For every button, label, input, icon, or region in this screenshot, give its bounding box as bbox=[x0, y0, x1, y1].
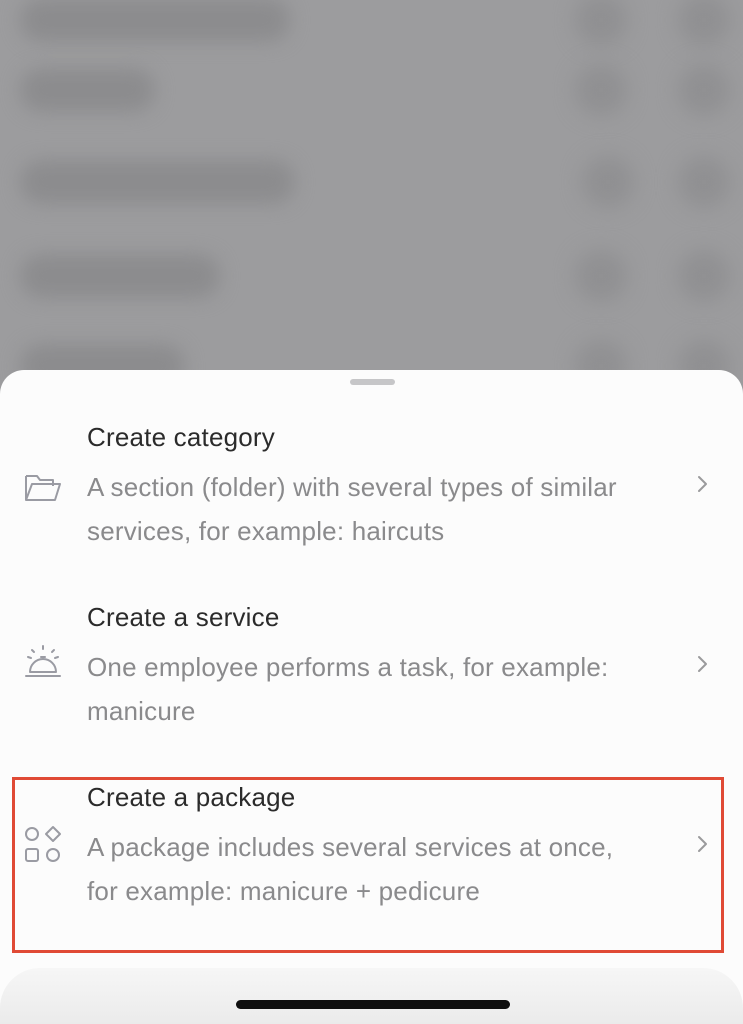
create-category-option[interactable]: Create category A section (folder) with … bbox=[0, 410, 743, 580]
background-row bbox=[0, 0, 743, 60]
chevron-right-icon bbox=[692, 472, 712, 496]
create-service-option[interactable]: Create a service One employee performs a… bbox=[0, 590, 743, 760]
option-description: A section (folder) with several types of… bbox=[87, 472, 617, 546]
service-bell-icon bbox=[22, 642, 64, 684]
bottom-bar bbox=[0, 968, 743, 1024]
option-description: A package includes several services at o… bbox=[87, 832, 614, 906]
option-title: Create a package bbox=[87, 782, 296, 812]
folder-icon bbox=[22, 466, 64, 508]
background-row bbox=[0, 240, 743, 320]
background-row bbox=[0, 150, 743, 230]
background-list-blurred bbox=[0, 0, 743, 400]
chevron-right-icon bbox=[692, 652, 712, 676]
bottom-sheet: Create category A section (folder) with … bbox=[0, 370, 743, 1024]
package-shapes-icon bbox=[22, 824, 64, 866]
option-description: One employee performs a task, for exampl… bbox=[87, 652, 609, 726]
background-row bbox=[0, 60, 743, 140]
create-package-option[interactable]: Create a package A package includes seve… bbox=[0, 770, 743, 940]
home-indicator[interactable] bbox=[236, 1000, 510, 1009]
option-title: Create category bbox=[87, 422, 275, 452]
chevron-right-icon bbox=[692, 832, 712, 856]
option-title: Create a service bbox=[87, 602, 280, 632]
sheet-grabber-handle[interactable] bbox=[350, 379, 395, 385]
